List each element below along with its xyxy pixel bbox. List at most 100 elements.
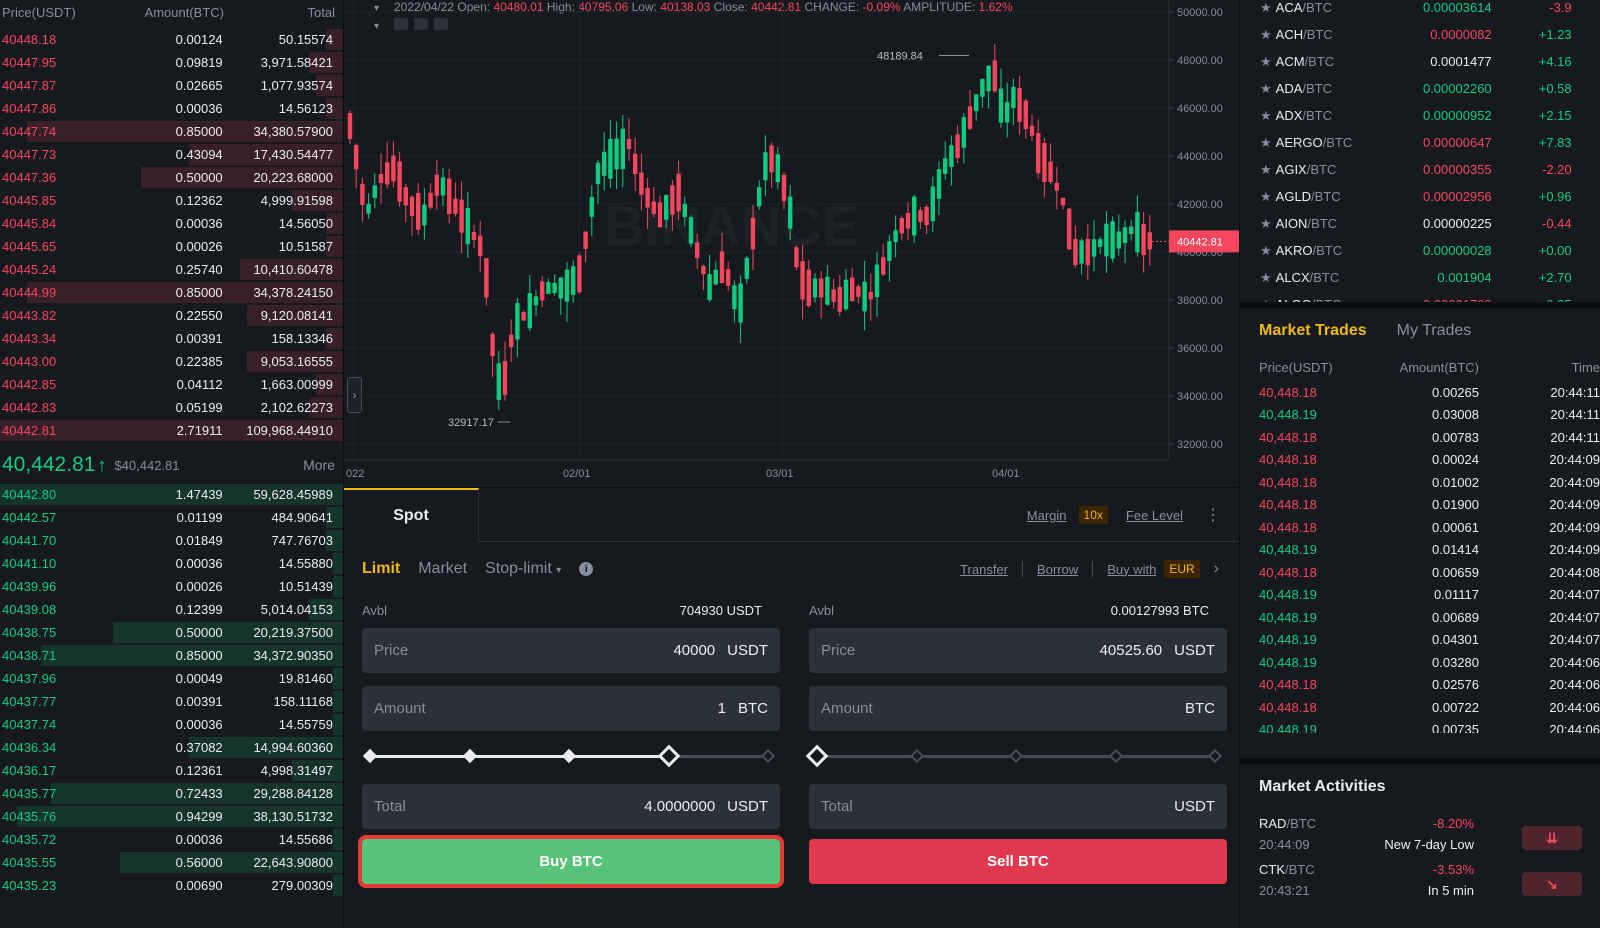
star-icon[interactable]: ★ xyxy=(1260,216,1272,232)
tab-market-trades[interactable]: Market Trades xyxy=(1259,322,1367,340)
slider-tick[interactable] xyxy=(362,748,378,764)
bid-row[interactable]: 40441.70 0.01849 747.76703 xyxy=(0,529,343,552)
ask-row[interactable]: 40447.87 0.02665 1,077.93574 xyxy=(0,74,343,97)
ask-row[interactable]: 40442.81 2.71911 109,968.44910 xyxy=(0,419,343,442)
buy-total-field[interactable]: Total 4.0000000 USDT xyxy=(362,784,780,829)
buy-price-field[interactable]: Price 40000 USDT xyxy=(362,628,780,673)
buy-with-link[interactable]: Buy with xyxy=(1107,562,1156,577)
pair-row[interactable]: ★ AGLD/BTC 0.00002956 +0.96 xyxy=(1240,183,1600,210)
buy-amount-field[interactable]: Amount 1 BTC xyxy=(362,686,780,731)
chevron-right-icon[interactable]: › xyxy=(1214,560,1219,578)
star-icon[interactable]: ★ xyxy=(1260,270,1272,286)
slider-tick[interactable] xyxy=(1207,748,1223,764)
bid-row[interactable]: 40442.80 1.47439 59,628.45989 xyxy=(0,483,343,506)
pair-row[interactable]: ★ALGO/BTC0.00001790+0.85 xyxy=(1240,291,1600,303)
bid-row[interactable]: 40435.77 0.72433 29,288.84128 xyxy=(0,782,343,805)
star-icon[interactable]: ★ xyxy=(1260,54,1272,70)
buy-price-value[interactable]: 40000 xyxy=(673,642,715,659)
ask-row[interactable]: 40442.85 0.04112 1,663.00999 xyxy=(0,373,343,396)
bid-row[interactable]: 40438.75 0.50000 20,219.37500 xyxy=(0,621,343,644)
bid-row[interactable]: 40435.76 0.94299 38,130.51732 xyxy=(0,805,343,828)
bid-row[interactable]: 40437.74 0.00036 14.55759 xyxy=(0,713,343,736)
star-icon[interactable]: ★ xyxy=(1260,27,1272,43)
tab-my-trades[interactable]: My Trades xyxy=(1397,322,1472,340)
slider-tick[interactable] xyxy=(462,748,477,764)
star-icon[interactable]: ★ xyxy=(1260,0,1272,16)
tab-limit[interactable]: Limit xyxy=(362,560,400,578)
sell-price-value[interactable]: 40525.60 xyxy=(1100,642,1163,659)
chevron-right-icon[interactable]: › xyxy=(347,377,362,413)
pair-row[interactable]: ★ ADA/BTC 0.00002260 +0.58 xyxy=(1240,75,1600,102)
buy-amount-value[interactable]: 1 xyxy=(718,700,726,717)
star-icon[interactable]: ★ xyxy=(1260,189,1272,205)
pair-row[interactable]: ★ AERGO/BTC 0.00000647 +7.83 xyxy=(1240,129,1600,156)
pair-row[interactable]: ★ ACM/BTC 0.0001477 +4.16 xyxy=(1240,48,1600,75)
buy-total-value[interactable]: 4.0000000 xyxy=(644,798,715,815)
buy-percentage-slider[interactable] xyxy=(362,731,780,781)
ask-row[interactable]: 40443.82 0.22550 9,120.08141 xyxy=(0,304,343,327)
price-chart[interactable]: ▾ ▾ 2022/04/22 Open: 40480.01 High: 40795… xyxy=(344,0,1239,487)
sell-price-field[interactable]: Price 40525.60 USDT xyxy=(809,628,1227,673)
bid-row[interactable]: 40439.08 0.12399 5,014.04153 xyxy=(0,598,343,621)
more-options-icon[interactable]: ⋮ xyxy=(1205,505,1221,525)
ask-row[interactable]: 40445.24 0.25740 10,410.60478 xyxy=(0,258,343,281)
ask-row[interactable]: 40443.00 0.22385 9,053.16555 xyxy=(0,350,343,373)
pair-row[interactable]: ★ ALCX/BTC 0.001904 +2.70 xyxy=(1240,264,1600,291)
bid-row[interactable]: 40439.96 0.00026 10.51439 xyxy=(0,575,343,598)
bid-row[interactable]: 40436.17 0.12361 4,998.31497 xyxy=(0,759,343,782)
activity-row[interactable]: CTK/BTC 20:43:21 -3.53% In 5 min ↘ xyxy=(1259,862,1600,906)
pair-row[interactable]: ★ AGIX/BTC 0.00000355 -2.20 xyxy=(1240,156,1600,183)
slider-tick[interactable] xyxy=(561,748,577,764)
margin-link[interactable]: Margin xyxy=(1027,508,1067,523)
tab-spot[interactable]: Spot xyxy=(344,487,479,542)
tab-stop-limit[interactable]: Stop-limit ▾ xyxy=(485,560,561,578)
star-icon[interactable]: ★ xyxy=(1260,243,1272,259)
ask-row[interactable]: 40447.95 0.09819 3,971.58421 xyxy=(0,51,343,74)
slider-tick[interactable] xyxy=(1108,748,1123,764)
star-icon[interactable]: ★ xyxy=(1260,81,1272,97)
ask-row[interactable]: 40447.36 0.50000 20,223.68000 xyxy=(0,166,343,189)
ask-row[interactable]: 40447.73 0.43094 17,430.54477 xyxy=(0,143,343,166)
sell-amount-field[interactable]: Amount BTC xyxy=(809,686,1227,731)
bid-row[interactable]: 40436.34 0.37082 14,994.60360 xyxy=(0,736,343,759)
transfer-link[interactable]: Transfer xyxy=(960,562,1008,577)
bid-row[interactable]: 40437.77 0.00391 158.11168 xyxy=(0,690,343,713)
more-link[interactable]: More xyxy=(303,457,335,473)
bid-row[interactable]: 40441.10 0.00036 14.55880 xyxy=(0,552,343,575)
borrow-link[interactable]: Borrow xyxy=(1037,562,1078,577)
bid-row[interactable]: 40442.57 0.01199 484.90641 xyxy=(0,506,343,529)
sell-total-field[interactable]: Total USDT xyxy=(809,784,1227,829)
pair-row[interactable]: ★ AKRO/BTC 0.00000028 +0.00 xyxy=(1240,237,1600,264)
slider-handle[interactable] xyxy=(657,744,680,768)
slider-handle[interactable] xyxy=(805,744,829,768)
bid-row[interactable]: 40437.96 0.00049 19.81460 xyxy=(0,667,343,690)
bid-row[interactable]: 40438.71 0.85000 34,372.90350 xyxy=(0,644,343,667)
ask-row[interactable]: 40445.85 0.12362 4,999.91598 xyxy=(0,189,343,212)
activity-row[interactable]: RAD/BTC 20:44:09 -8.20% New 7-day Low ⇊ xyxy=(1259,816,1600,860)
slider-tick[interactable] xyxy=(760,748,776,764)
ask-row[interactable]: 40447.74 0.85000 34,380.57900 xyxy=(0,120,343,143)
ask-row[interactable]: 40443.34 0.00391 158.13346 xyxy=(0,327,343,350)
sell-btc-button[interactable]: Sell BTC xyxy=(809,839,1227,884)
bid-row[interactable]: 40435.55 0.56000 22,643.90800 xyxy=(0,851,343,874)
ask-row[interactable]: 40445.65 0.00026 10.51587 xyxy=(0,235,343,258)
star-icon[interactable]: ★ xyxy=(1260,135,1272,151)
pair-row[interactable]: ★ ACH/BTC 0.0000082 +1.23 xyxy=(1240,21,1600,48)
pair-row[interactable]: ★ ACA/BTC 0.00003614 -3.9 xyxy=(1240,0,1600,21)
ask-row[interactable]: 40442.83 0.05199 2,102.62273 xyxy=(0,396,343,419)
star-icon[interactable]: ★ xyxy=(1260,162,1272,178)
pair-row[interactable]: ★ ADX/BTC 0.00000952 +2.15 xyxy=(1240,102,1600,129)
ask-row[interactable]: 40448.18 0.00124 50.15574 xyxy=(0,28,343,51)
fee-level-link[interactable]: Fee Level xyxy=(1126,508,1183,523)
slider-tick[interactable] xyxy=(909,748,924,764)
info-icon[interactable]: i xyxy=(579,562,594,576)
bid-row[interactable]: 40435.23 0.00690 279.00309 xyxy=(0,874,343,897)
slider-tick[interactable] xyxy=(1008,748,1024,764)
ask-row[interactable]: 40447.86 0.00036 14.56123 xyxy=(0,97,343,120)
star-icon[interactable]: ★ xyxy=(1260,108,1272,124)
ask-row[interactable]: 40445.84 0.00036 14.56050 xyxy=(0,212,343,235)
tab-market[interactable]: Market xyxy=(418,560,467,578)
bid-row[interactable]: 40435.72 0.00036 14.55686 xyxy=(0,828,343,851)
sell-percentage-slider[interactable] xyxy=(805,731,1227,781)
ask-row[interactable]: 40444.99 0.85000 34,378.24150 xyxy=(0,281,343,304)
